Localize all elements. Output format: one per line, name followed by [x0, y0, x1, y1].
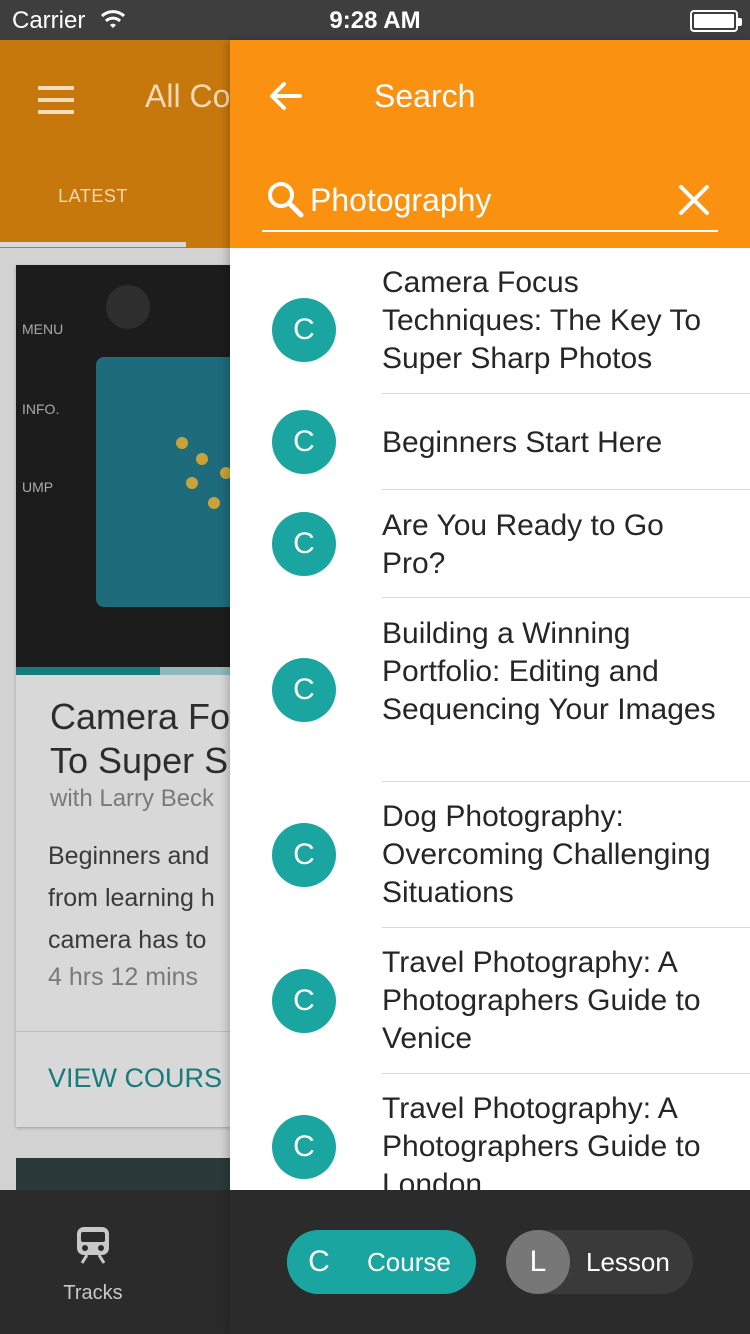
- tracks-tab-label[interactable]: Tracks: [40, 1282, 146, 1305]
- close-icon[interactable]: [676, 182, 712, 218]
- status-bar: Carrier 9:28 AM: [0, 0, 750, 40]
- search-result-title: Dog Photography: Overcoming Challenging …: [382, 800, 711, 909]
- search-field[interactable]: [262, 172, 718, 232]
- filter-lesson-chip[interactable]: L Lesson: [506, 1230, 693, 1294]
- magnifier-icon: [266, 180, 304, 218]
- search-result-item[interactable]: C Dog Photography: Overcoming Challengin…: [230, 782, 750, 928]
- hamburger-menu-icon[interactable]: [38, 86, 74, 114]
- search-title: Search: [374, 78, 476, 114]
- battery-icon: [690, 10, 742, 32]
- course-badge: C: [272, 410, 336, 474]
- search-result-item[interactable]: C Travel Photography: A Photographers Gu…: [230, 1074, 750, 1190]
- search-result-title: Camera Focus Techniques: The Key To Supe…: [382, 266, 702, 375]
- lesson-filter-label: Lesson: [586, 1247, 670, 1277]
- view-course-button[interactable]: VIEW COURS: [48, 1063, 222, 1094]
- course-badge: C: [272, 512, 336, 576]
- course-duration: 4 hrs 12 mins: [48, 963, 199, 991]
- search-input[interactable]: [310, 176, 650, 224]
- search-results-list: C Camera Focus Techniques: The Key To Su…: [230, 248, 750, 1190]
- course-badge: C: [272, 969, 336, 1033]
- tab-latest[interactable]: LATEST: [0, 186, 186, 207]
- course-badge: C: [272, 298, 336, 362]
- train-icon[interactable]: [76, 1226, 110, 1264]
- background-page-title: All Co: [145, 78, 231, 114]
- lesson-filter-badge: L: [506, 1230, 570, 1294]
- search-result-item[interactable]: C Camera Focus Techniques: The Key To Su…: [230, 248, 750, 394]
- course-filter-label: Course: [367, 1247, 451, 1277]
- search-result-item[interactable]: C Beginners Start Here: [230, 394, 750, 490]
- course-author: with Larry Beck: [50, 785, 215, 812]
- course-badge: C: [272, 658, 336, 722]
- search-result-title: Travel Photography: A Photographers Guid…: [382, 1092, 701, 1190]
- search-panel: Search C Camera Focus Techniques: The Ke…: [230, 40, 750, 1334]
- arrow-left-icon[interactable]: [266, 76, 306, 116]
- search-filter-bar: C Course L Lesson: [230, 1190, 750, 1334]
- search-result-title: Beginners Start Here: [382, 426, 663, 459]
- search-result-title: Building a Winning Portfolio: Editing an…: [382, 617, 716, 726]
- search-result-item[interactable]: C Travel Photography: A Photographers Gu…: [230, 928, 750, 1074]
- course-filter-badge: C: [287, 1230, 351, 1294]
- search-result-item[interactable]: C Are You Ready to Go Pro?: [230, 490, 750, 598]
- search-result-item[interactable]: C Building a Winning Portfolio: Editing …: [230, 598, 750, 782]
- tab-indicator: [0, 242, 186, 247]
- course-badge: C: [272, 823, 336, 887]
- course-badge: C: [272, 1115, 336, 1179]
- search-header: Search: [230, 40, 750, 248]
- search-result-title: Travel Photography: A Photographers Guid…: [382, 946, 701, 1055]
- filter-course-chip[interactable]: C Course: [287, 1230, 476, 1294]
- search-result-title: Are You Ready to Go Pro?: [382, 509, 664, 580]
- clock: 9:28 AM: [329, 7, 421, 34]
